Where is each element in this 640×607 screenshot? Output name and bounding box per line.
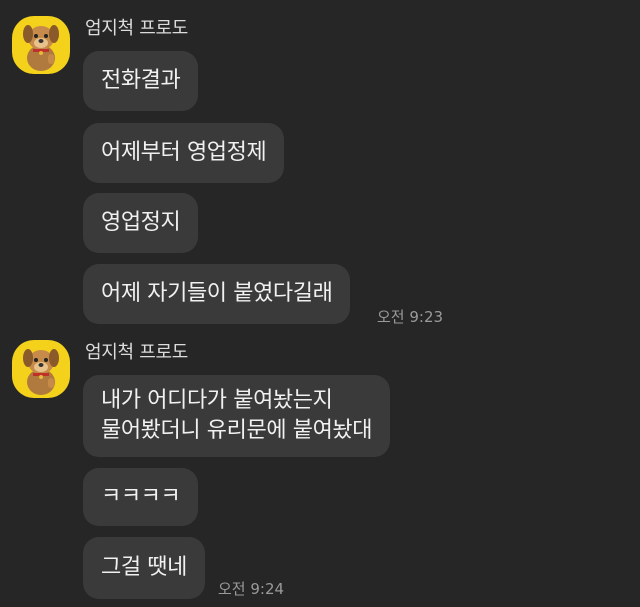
profile-avatar[interactable] (12, 340, 70, 398)
message-bubble[interactable]: ㅋㅋㅋㅋ (83, 468, 199, 526)
message-bubble[interactable]: 어제부터 영업정제 (83, 123, 285, 183)
message-timestamp: 오전 9:23 (377, 308, 444, 326)
frodo-dog-thumbsup-icon (23, 25, 59, 71)
message-timestamp: 오전 9:24 (218, 580, 285, 598)
message-bubble[interactable]: 전화결과 (83, 51, 199, 111)
sender-name: 엄지척 프로도 (85, 342, 188, 363)
message-bubble[interactable]: 내가 어디다가 붙여놨는지 물어봤더니 유리문에 붙여놨대 (83, 375, 391, 457)
message-bubble[interactable]: 어제 자기들이 붙였다길래 (83, 264, 351, 324)
profile-avatar[interactable] (12, 16, 70, 74)
message-bubble[interactable]: 영업정지 (83, 193, 199, 253)
frodo-dog-thumbsup-icon (23, 349, 59, 395)
sender-name: 엄지척 프로도 (85, 18, 188, 39)
message-bubble[interactable]: 그걸 땟네 (83, 537, 205, 599)
